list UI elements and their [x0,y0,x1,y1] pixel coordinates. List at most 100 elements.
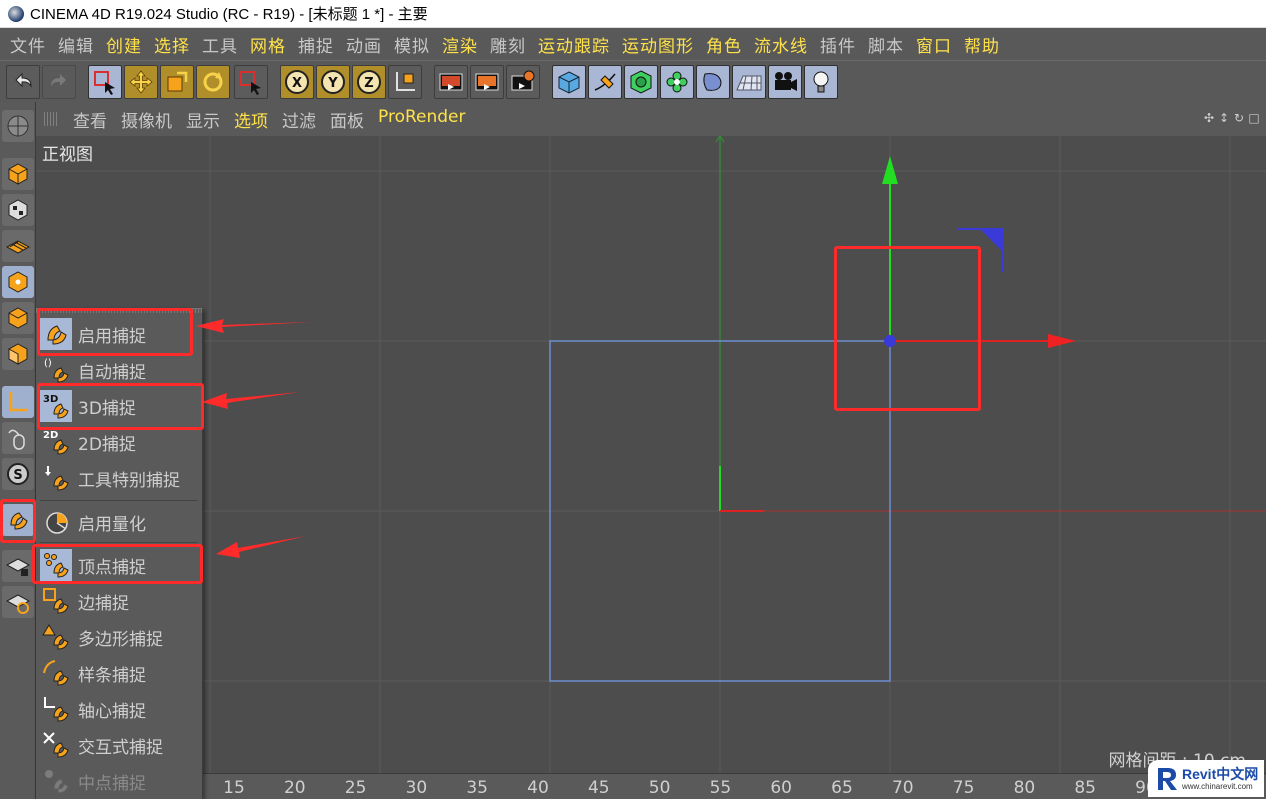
menu-item-edge-snap[interactable]: 边捕捉 [36,583,203,619]
menu-14[interactable]: 流水线 [748,32,814,57]
redo-button[interactable] [42,65,76,99]
menu-item-label: 中点捕捉 [78,773,146,794]
menu-16[interactable]: 脚本 [862,32,910,57]
coordinate-system-icon [396,72,415,91]
pen-spline-button[interactable] [588,65,622,99]
menu-13[interactable]: 角色 [700,32,748,57]
move-button[interactable] [124,65,158,99]
menu-15[interactable]: 插件 [814,32,862,57]
mouse-icon [8,429,25,450]
viewport-menu-1[interactable]: 摄像机 [114,107,179,132]
timeline-ruler[interactable]: 15 20 25 30 35 40 45 50 55 60 65 70 75 80 85 90 [203,773,1266,799]
light-button[interactable] [804,65,838,99]
texture-mode-button[interactable] [2,194,34,226]
cube-object-button[interactable] [552,65,586,99]
render-view-button[interactable] [434,65,468,99]
menu-17[interactable]: 窗口 [910,32,958,57]
menu-10[interactable]: 雕刻 [484,32,532,57]
panel-grip-icon[interactable] [44,112,58,126]
menu-item-enable-quantize[interactable]: 启用量化 [36,504,203,540]
svg-text:Z: Z [364,76,373,91]
ruler-tick-label: 80 [1013,778,1036,798]
svg-text:X: X [292,76,302,91]
front-viewport[interactable]: 正视图 网格间距 : 10 cm [36,136,1266,773]
menu-6[interactable]: 捕捉 [292,32,340,57]
menu-1[interactable]: 编辑 [52,32,100,57]
cinema4d-window: CINEMA 4D R19.024 Studio (RC - R19) - [未… [0,0,1266,799]
model-mode-button[interactable] [2,158,34,190]
menu-3[interactable]: 选择 [148,32,196,57]
viewport-menu-6[interactable]: ProRender [371,107,473,132]
floor-button[interactable] [732,65,766,99]
enable-axis-button[interactable] [2,386,34,418]
model-mode-icon [8,163,28,185]
view-label: 正视图 [42,145,93,165]
menu-12[interactable]: 运动图形 [616,32,700,57]
menu-8[interactable]: 模拟 [388,32,436,57]
render-view-icon [439,73,463,91]
menu-item-axis-snap[interactable]: 轴心捕捉 [36,691,203,727]
scale-button[interactable] [160,65,194,99]
rotate-view-icon[interactable]: ↻ [1233,111,1245,125]
make-editable-button[interactable] [2,110,34,142]
menu-item-polygon-snap[interactable]: 多边形捕捉 [36,619,203,655]
menu-2[interactable]: 创建 [100,32,148,57]
workplane-mode-button[interactable] [2,230,34,262]
menu-5[interactable]: 网格 [244,32,292,57]
ruler-tick-label: 55 [709,778,732,798]
tweak-mode-button[interactable] [2,422,34,454]
viewport-menu-2[interactable]: 显示 [179,107,227,132]
polygon-mode-button[interactable] [2,338,34,370]
polygon-mode-icon [8,343,28,365]
left-mode-palette: S [0,102,36,799]
rotate-button[interactable] [196,65,230,99]
main-toolbar: X Y Z [0,60,1266,102]
live-selection-button[interactable] [88,65,122,99]
viewport-menu-4[interactable]: 过滤 [275,107,323,132]
point-mode-button[interactable] [2,266,34,298]
undo-button[interactable] [6,65,40,99]
viewport-menu-0[interactable]: 查看 [66,107,114,132]
render-settings-button[interactable] [506,65,540,99]
edge-mode-button[interactable] [2,302,34,334]
snap-2d-icon: 2D [40,426,72,458]
pan-view-icon[interactable]: ✣ [1203,111,1215,125]
z-axis-lock-button[interactable]: Z [352,65,386,99]
recent-tool-button[interactable] [234,65,268,99]
dolly-view-icon[interactable]: ↕ [1218,111,1230,125]
y-axis-lock-button[interactable]: Y [316,65,350,99]
object-x-arrow-icon[interactable] [1048,334,1076,348]
menu-7[interactable]: 动画 [340,32,388,57]
camera-button[interactable] [768,65,802,99]
subdivision-surface-button[interactable] [624,65,658,99]
planar-workplane-button[interactable] [2,586,34,618]
object-y-arrow-icon[interactable] [882,156,898,184]
edge-snap-icon [40,585,72,617]
toggle-view-icon[interactable]: □ [1248,111,1260,125]
coordinate-system-button[interactable] [388,65,422,99]
x-axis-lock-button[interactable]: X [280,65,314,99]
render-to-picture-viewer-button[interactable] [470,65,504,99]
menu-item-interactive-snap[interactable]: 交互式捕捉 [36,727,203,763]
viewport-menu-5[interactable]: 面板 [323,107,371,132]
menu-11[interactable]: 运动跟踪 [532,32,616,57]
spline-snap-icon [40,657,72,689]
pen-icon [594,73,616,91]
cloner-button[interactable] [660,65,694,99]
menu-9[interactable]: 渲染 [436,32,484,57]
revit-logo-icon [1158,767,1177,790]
ruler-tick-label: 70 [891,778,914,798]
menu-item-label: 边捕捉 [78,593,129,614]
menu-item-tool-snap[interactable]: 工具特别捕捉 [36,460,203,496]
menu-0[interactable]: 文件 [4,32,52,57]
solo-button[interactable]: S [2,458,34,490]
deformer-button[interactable] [696,65,730,99]
menu-18[interactable]: 帮助 [958,32,1006,57]
locked-workplane-button[interactable] [2,550,34,582]
menu-4[interactable]: 工具 [196,32,244,57]
annotation-box-gizmo [834,246,981,411]
menu-item-spline-snap[interactable]: 样条捕捉 [36,655,203,691]
viewport-menu-3[interactable]: 选项 [227,107,275,132]
menu-item-midpoint-snap[interactable]: 中点捕捉 [36,763,203,799]
cinema4d-logo-icon [8,5,24,22]
